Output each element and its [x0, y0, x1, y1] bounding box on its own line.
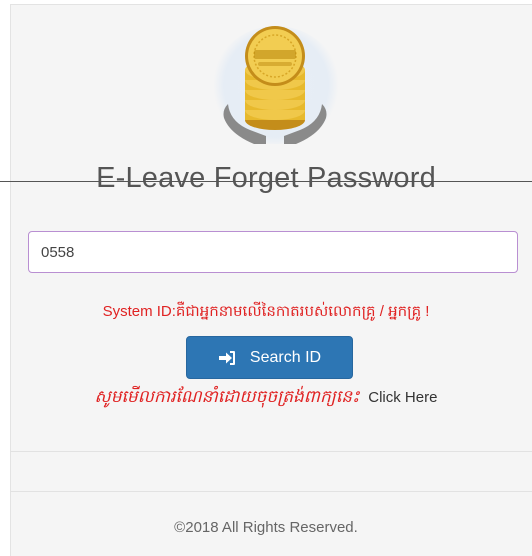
search-id-button[interactable]: Search ID — [186, 336, 353, 379]
search-id-label: Search ID — [249, 348, 322, 366]
footer-copyright: ©2018 All Rights Reserved. — [174, 519, 358, 536]
sign-in-icon — [218, 350, 235, 365]
guide-text: សូមមើលការណែនាំដោយចុចត្រង់ពាក្យនេះ — [94, 387, 360, 406]
divider-bottom — [10, 491, 532, 492]
system-id-note: System ID:គឺជាអ្នកនាមលើនៃកាតរបស់លោកគ្រូ … — [102, 303, 430, 320]
click-here-link[interactable]: Click Here — [368, 389, 437, 406]
title-row: E-Leave Forget Password — [0, 158, 532, 204]
divider-top — [10, 451, 532, 452]
system-id-input[interactable] — [28, 231, 518, 273]
coin-stack-hands-logo-icon — [223, 26, 327, 144]
guide-row: សូមមើលការណែនាំដោយចុចត្រង់ពាក្យនេះ Click … — [0, 386, 532, 411]
page-title: E-Leave Forget Password — [96, 162, 436, 194]
logo — [200, 26, 350, 146]
